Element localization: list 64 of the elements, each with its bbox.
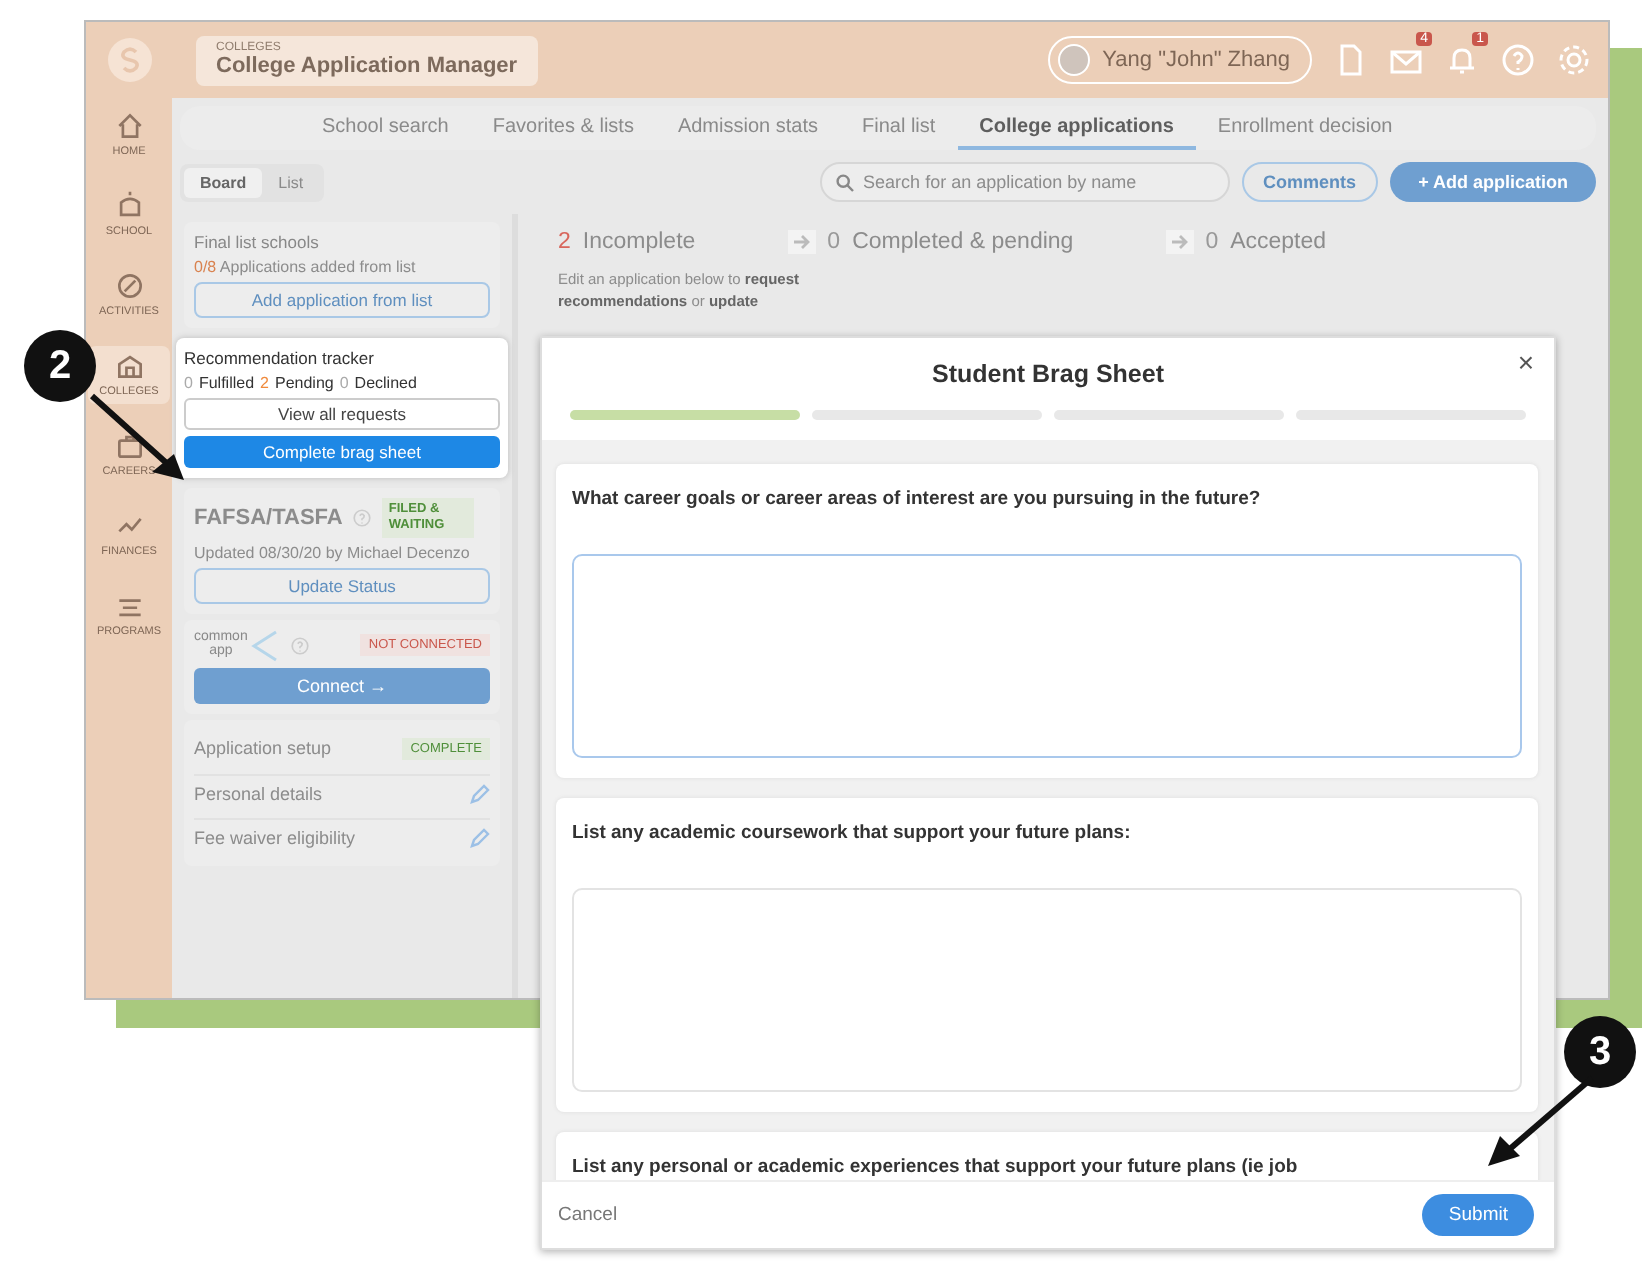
arrow-icon <box>1165 230 1194 254</box>
step-number-badge: 2 <box>24 330 96 402</box>
view-toggle[interactable]: Board <box>184 167 263 197</box>
nav-tab[interactable]: Admission stats <box>655 106 840 150</box>
view-requests-button[interactable]: View all requests <box>184 398 500 430</box>
count: 0 <box>184 374 193 392</box>
brag-sheet-button[interactable]: Complete brag sheet <box>184 436 500 468</box>
card-title: Application setup <box>194 738 332 759</box>
cancel-button[interactable]: Cancel <box>554 1200 622 1230</box>
help-icon <box>352 507 373 528</box>
applications-count-text: 0/8 Applications added from list <box>194 258 418 276</box>
answer-box[interactable] <box>572 554 1522 758</box>
nav-tab[interactable]: College applications <box>957 106 1196 150</box>
count: 0 <box>339 374 349 392</box>
count: 2 <box>260 374 269 392</box>
submit-button[interactable]: Submit <box>1422 1194 1534 1236</box>
briefcase-icon <box>113 430 145 462</box>
search-icon <box>835 174 854 192</box>
logo-icon <box>108 38 152 82</box>
setup-item[interactable]: Personal details <box>194 783 323 804</box>
column-count: 2 <box>558 230 571 254</box>
nav-tab[interactable]: Favorites & lists <box>470 106 656 150</box>
status-label: Pending <box>274 374 334 392</box>
status-label: Declined <box>354 374 417 392</box>
arrow-icon <box>787 230 816 254</box>
card-title: Recommendation tracker <box>184 348 376 368</box>
user-menu[interactable]: Yang "John" Zhang <box>1048 36 1312 84</box>
column-count: 0 <box>1205 230 1219 254</box>
question-text: List any academic coursework that support your future plans: <box>572 822 1133 844</box>
nav-tab[interactable]: Enrollment decision <box>1195 106 1415 150</box>
add-from-list-button[interactable]: Add application from list <box>194 282 490 318</box>
card-title: FAFSA/TASFA <box>194 505 343 530</box>
column-title: Incomplete <box>582 230 696 254</box>
question-text: What career goals or career areas of interest are you pursuing in the future? <box>572 488 1263 510</box>
nav-tab[interactable]: Final list <box>839 106 958 150</box>
connect-button[interactable]: Connect → <box>194 667 490 704</box>
app-title: College Application Manager <box>216 53 518 77</box>
card-title: Final list schools <box>194 232 321 252</box>
pencil-icon[interactable] <box>470 827 490 848</box>
help-icon <box>1500 42 1536 78</box>
updated-text: Updated 08/30/20 by Michael Decenzo <box>194 543 472 562</box>
avatar <box>1058 44 1091 76</box>
step-number-badge: 3 <box>1564 1016 1636 1088</box>
home-icon <box>113 110 145 142</box>
column-title: Accepted <box>1230 230 1327 254</box>
column-count: 0 <box>827 230 841 254</box>
view-toggle[interactable]: List <box>262 167 320 197</box>
nav-tab[interactable]: School search <box>300 106 471 150</box>
comments-button[interactable]: Comments <box>1241 162 1379 202</box>
building-icon <box>113 350 145 382</box>
answer-box[interactable] <box>572 888 1522 1092</box>
help-icon <box>289 635 310 656</box>
question-text: List any personal or academic experiences that support your future plans (ie job <box>572 1156 1300 1178</box>
settings-icon <box>1556 42 1592 78</box>
column-title: Completed & pending <box>852 230 1074 254</box>
setup-item[interactable]: Fee waiver eligibility <box>194 827 356 848</box>
add-application-button[interactable]: + Add application <box>1390 162 1596 202</box>
dialog-title: Student Brag Sheet <box>932 360 1164 388</box>
pencil-icon[interactable] <box>470 783 490 804</box>
close-button[interactable]: × <box>1513 346 1538 378</box>
update-status-button[interactable]: Update Status <box>194 567 490 604</box>
pointer-arrow <box>90 393 184 480</box>
status-label: Fulfilled <box>198 374 255 392</box>
search-field[interactable]: Search for an application by name <box>819 162 1230 202</box>
